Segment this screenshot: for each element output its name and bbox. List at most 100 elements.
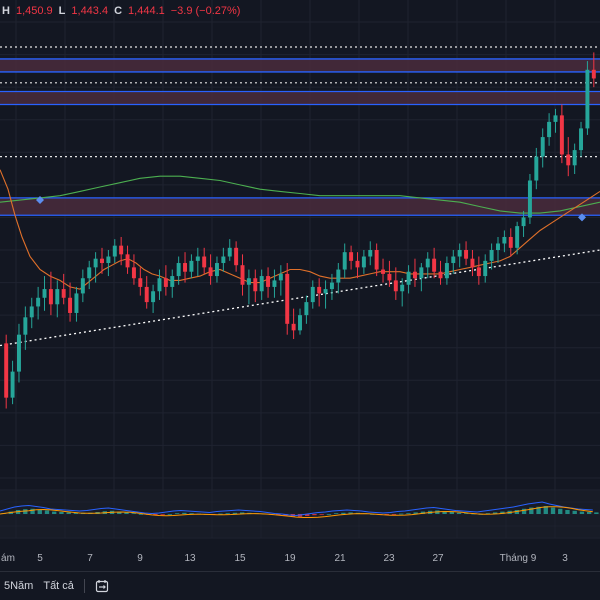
range-5y-button[interactable]: 5Năm [4, 580, 33, 592]
close-value: 1,444.1 [128, 5, 165, 17]
candle-body [36, 297, 41, 307]
candle-body [227, 247, 232, 257]
candle-body [502, 236, 507, 244]
x-axis-tick-label: 5 [37, 553, 43, 564]
candle-body [234, 247, 239, 266]
low-value: 1,443.4 [71, 5, 109, 17]
candle-body [100, 258, 104, 264]
macd-histogram-bar [225, 513, 230, 514]
low-key: L [58, 5, 66, 17]
candle-body [80, 278, 85, 294]
candle-body [68, 297, 73, 313]
candle-body [579, 128, 584, 151]
candle-body [457, 250, 462, 257]
candle-body [144, 286, 149, 303]
candle-body [170, 276, 175, 287]
candle-body [329, 282, 334, 290]
x-axis-tick-label: 13 [184, 553, 196, 564]
candle-body [483, 260, 488, 277]
candle-body [470, 258, 475, 268]
candle-body [48, 289, 53, 305]
macd-histogram-bar [52, 511, 57, 514]
candle-body [304, 302, 309, 316]
candle-body [259, 276, 264, 292]
x-axis-tick-label: 19 [284, 553, 296, 564]
candle-body [425, 258, 430, 268]
candle-body [540, 137, 545, 157]
candle-body [61, 289, 66, 298]
candle-body [176, 263, 181, 277]
macd-histogram-bar [333, 513, 339, 514]
candle-body [272, 280, 277, 287]
x-axis-tick-label: 23 [383, 553, 395, 564]
x-axis-tick-label: 7 [87, 553, 93, 564]
range-all-button[interactable]: Tất cả [43, 580, 74, 592]
candle-body [572, 150, 577, 166]
candle-body [266, 276, 271, 287]
close-key: C [114, 5, 123, 17]
calendar-range-icon[interactable] [95, 579, 109, 593]
x-axis-tick-label: 3 [562, 553, 568, 564]
candle-body [521, 217, 526, 227]
candle-body [508, 236, 513, 248]
chart-area[interactable]: ám 5 7 9 13 15 19 21 23 27 Tháng 9 3 H 1,450.9 L 1,… [0, 0, 600, 600]
candle-body [208, 267, 213, 277]
candle-body [361, 256, 366, 268]
x-axis-tick-label: 9 [137, 553, 143, 564]
candle-body [131, 267, 136, 279]
x-axis-tick-label: 21 [334, 553, 346, 564]
candle-body [214, 263, 219, 277]
macd-histogram-bar [399, 513, 404, 515]
range-toolbar: 5Năm Tất cả [0, 571, 600, 600]
candle-body [189, 260, 194, 272]
candle-body [195, 256, 200, 261]
candle-body [585, 69, 590, 129]
toolbar-divider [83, 579, 85, 593]
candle-body [412, 271, 417, 279]
candle-body [591, 69, 596, 79]
candle-body [163, 278, 168, 287]
x-axis-tick-label: ám [1, 553, 15, 564]
candle-body [138, 278, 143, 287]
candle-body [534, 156, 539, 181]
candle-body [291, 323, 296, 331]
macd-histogram-bar [406, 513, 411, 514]
macd-histogram-bar [160, 514, 165, 515]
candle-body [381, 269, 386, 274]
candle-body [4, 343, 9, 398]
candle-body [368, 250, 373, 257]
candle-body [496, 243, 500, 250]
macd-histogram-bar [565, 510, 570, 514]
macd-histogram-bar [341, 512, 346, 514]
candle-body [349, 252, 354, 261]
macd-histogram-bar [594, 512, 599, 514]
high-key: H [2, 5, 10, 17]
candle-body [125, 254, 130, 268]
candle-body [240, 265, 245, 285]
macd-histogram-bar [579, 511, 585, 514]
candle-body [183, 263, 188, 272]
macd-histogram-bar [550, 507, 556, 514]
macd-histogram-bar [37, 509, 42, 514]
candle-body [406, 271, 411, 285]
macd-histogram-bar [391, 514, 397, 515]
candle-body [106, 256, 111, 264]
macd-histogram-bar [326, 514, 332, 515]
candle-body [93, 258, 98, 268]
candle-body [317, 286, 322, 294]
candle-body [55, 289, 60, 305]
candle-body [298, 315, 302, 331]
x-axis-tick-label: Tháng 9 [500, 553, 537, 564]
change-value: −3.9 (−0.27%) [170, 5, 241, 17]
candle-body [87, 267, 92, 279]
macd-histogram-bar [449, 512, 454, 514]
candle-body [489, 250, 494, 261]
candle-body [112, 245, 117, 257]
price-chart[interactable]: ám 5 7 9 13 15 19 21 23 27 Tháng 9 3 [0, 0, 600, 571]
x-axis-tick-label: 27 [432, 553, 444, 564]
high-value: 1,450.9 [15, 5, 53, 17]
candle-body [42, 289, 47, 298]
candle-body [374, 250, 379, 270]
macd-histogram-bar [456, 512, 462, 514]
candle-body [393, 280, 398, 292]
